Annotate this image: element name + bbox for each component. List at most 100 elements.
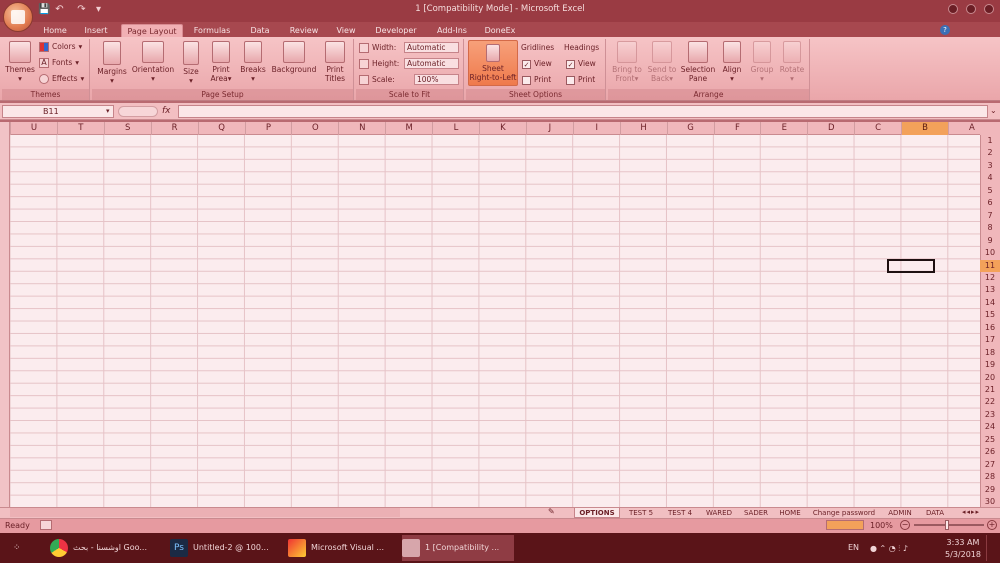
row-header[interactable]: 6 bbox=[980, 197, 1000, 209]
tray-icons[interactable]: ● ⌃ ◔ ⫶ ♪ bbox=[870, 544, 908, 554]
gridlines-view-checkbox[interactable]: ✓ bbox=[522, 59, 531, 69]
row-header[interactable]: 21 bbox=[980, 384, 1000, 396]
column-header[interactable]: N bbox=[338, 122, 385, 135]
group-button[interactable]: Group ▾ bbox=[748, 41, 776, 83]
minimize-button[interactable] bbox=[948, 4, 958, 14]
maximize-button[interactable] bbox=[966, 4, 976, 14]
column-header[interactable]: G bbox=[666, 122, 714, 135]
name-box[interactable]: B11 bbox=[2, 105, 114, 118]
column-header[interactable]: U bbox=[10, 122, 57, 135]
column-header[interactable]: I bbox=[572, 122, 620, 135]
row-header[interactable]: 12 bbox=[980, 272, 1000, 284]
headings-view-row[interactable]: ✓ View bbox=[566, 58, 596, 70]
orientation-button[interactable]: Orientation ▾ bbox=[130, 41, 176, 83]
column-header[interactable]: R bbox=[150, 122, 198, 135]
expand-formula-icon[interactable]: ⌄ bbox=[990, 106, 997, 115]
sheet-right-to-left-button[interactable]: Sheet Right-to-Left bbox=[468, 40, 518, 86]
notification-icon[interactable] bbox=[986, 535, 998, 561]
headings-print-checkbox[interactable] bbox=[566, 75, 575, 85]
size-button[interactable]: Size ▾ bbox=[178, 41, 204, 85]
column-header[interactable]: S bbox=[103, 122, 151, 135]
row-header[interactable]: 1 bbox=[980, 135, 1000, 147]
clock-time[interactable]: 3:33 AM bbox=[945, 538, 981, 547]
office-button[interactable] bbox=[3, 2, 33, 32]
sheet-tab[interactable]: Change password bbox=[808, 508, 880, 518]
column-header[interactable]: C bbox=[854, 122, 901, 135]
row-header[interactable]: 27 bbox=[980, 459, 1000, 471]
zoom-in-icon[interactable]: + bbox=[987, 520, 997, 530]
sheet-tab[interactable]: SADER bbox=[740, 508, 772, 518]
active-cell[interactable] bbox=[887, 259, 935, 273]
row-header[interactable]: 25 bbox=[980, 434, 1000, 446]
tab-page-layout[interactable]: Page Layout bbox=[121, 24, 183, 37]
row-header[interactable]: 19 bbox=[980, 359, 1000, 371]
rotate-button[interactable]: Rotate ▾ bbox=[778, 41, 806, 83]
row-header[interactable]: 13 bbox=[980, 284, 1000, 296]
gridlines-print-checkbox[interactable] bbox=[522, 75, 531, 85]
column-header[interactable]: F bbox=[713, 122, 761, 135]
formula-input[interactable] bbox=[178, 105, 988, 118]
formula-expand-handle[interactable] bbox=[118, 106, 158, 117]
tab-home[interactable]: Home bbox=[37, 24, 73, 37]
column-header[interactable]: Q bbox=[197, 122, 245, 135]
column-header[interactable]: O bbox=[291, 122, 338, 135]
sheet-tab[interactable]: TEST 5 bbox=[622, 508, 660, 518]
row-header[interactable]: 29 bbox=[980, 484, 1000, 496]
row-header[interactable]: 11 bbox=[980, 259, 1000, 272]
zoom-slider-thumb[interactable] bbox=[945, 520, 949, 530]
bring-to-front-button[interactable]: Bring to Front▾ bbox=[610, 41, 644, 83]
clock-date[interactable]: 5/3/2018 bbox=[943, 550, 983, 559]
tab-view[interactable]: View bbox=[330, 24, 362, 37]
name-box-dropdown-icon[interactable]: ▾ bbox=[106, 107, 110, 115]
themes-button[interactable]: Themes ▾ bbox=[4, 41, 36, 83]
sheet-tab[interactable]: WARED bbox=[700, 508, 738, 518]
sheet-nav-arrows-icon[interactable]: ◂◂▸▸ bbox=[962, 508, 980, 516]
row-header[interactable]: 5 bbox=[980, 185, 1000, 197]
print-area-button[interactable]: Print Area▾ bbox=[206, 41, 236, 83]
breaks-button[interactable]: Breaks ▾ bbox=[238, 41, 268, 83]
scale-spinner[interactable]: 100% bbox=[414, 74, 459, 85]
selection-pane-button[interactable]: Selection Pane bbox=[680, 41, 716, 83]
column-header[interactable]: H bbox=[619, 122, 667, 135]
row-header[interactable]: 9 bbox=[980, 235, 1000, 247]
column-header[interactable]: M bbox=[385, 122, 432, 135]
tab-review[interactable]: Review bbox=[283, 24, 325, 37]
column-header[interactable]: P bbox=[244, 122, 292, 135]
align-button[interactable]: Align ▾ bbox=[718, 41, 746, 83]
sheet-tab[interactable]: TEST 4 bbox=[662, 508, 698, 518]
tab-formulas[interactable]: Formulas bbox=[188, 24, 236, 37]
select-all-corner[interactable] bbox=[980, 122, 1000, 135]
row-header[interactable]: 22 bbox=[980, 396, 1000, 408]
row-header[interactable]: 23 bbox=[980, 409, 1000, 421]
gridlines-print-row[interactable]: Print bbox=[522, 74, 551, 86]
row-header[interactable]: 2 bbox=[980, 147, 1000, 159]
send-to-back-button[interactable]: Send to Back▾ bbox=[645, 41, 679, 83]
row-header[interactable]: 18 bbox=[980, 347, 1000, 359]
insert-function-icon[interactable]: fx bbox=[162, 105, 176, 118]
taskbar-item-visual-studio[interactable]: Microsoft Visual ... bbox=[288, 535, 398, 561]
headings-view-checkbox[interactable]: ✓ bbox=[566, 59, 575, 69]
macro-record-icon[interactable] bbox=[40, 520, 52, 530]
background-button[interactable]: Background bbox=[270, 41, 318, 74]
zoom-level[interactable]: 100% bbox=[870, 521, 893, 530]
headings-print-row[interactable]: Print bbox=[566, 74, 595, 86]
taskbar-item-excel[interactable]: 1 [Compatibility ... bbox=[402, 535, 514, 561]
sheet-tab[interactable]: OPTIONS bbox=[574, 508, 620, 518]
close-button[interactable] bbox=[984, 4, 994, 14]
fonts-button[interactable]: A Fonts ▾ bbox=[39, 57, 79, 69]
column-header[interactable]: L bbox=[432, 122, 479, 135]
colors-button[interactable]: Colors ▾ bbox=[39, 41, 82, 53]
worksheet-grid[interactable] bbox=[10, 135, 980, 507]
row-header[interactable]: 17 bbox=[980, 334, 1000, 346]
column-header[interactable]: T bbox=[56, 122, 104, 135]
row-header[interactable]: 10 bbox=[980, 247, 1000, 259]
row-header[interactable]: 16 bbox=[980, 322, 1000, 334]
row-header[interactable]: 28 bbox=[980, 471, 1000, 483]
sheet-tab[interactable]: DATA bbox=[920, 508, 950, 518]
column-header[interactable]: K bbox=[479, 122, 526, 135]
row-header[interactable]: 24 bbox=[980, 421, 1000, 433]
row-header[interactable]: 4 bbox=[980, 172, 1000, 184]
row-header[interactable]: 3 bbox=[980, 160, 1000, 172]
column-header[interactable]: B bbox=[901, 122, 948, 135]
row-header[interactable]: 14 bbox=[980, 297, 1000, 309]
